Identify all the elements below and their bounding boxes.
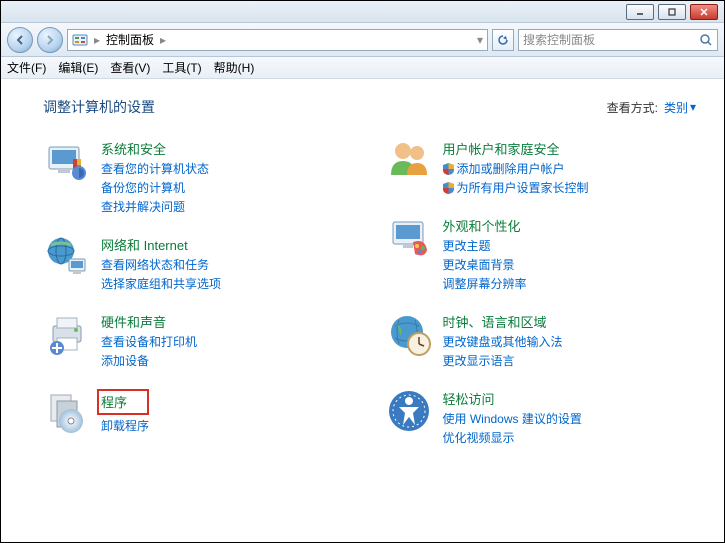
forward-button[interactable]	[37, 27, 63, 53]
category-title[interactable]: 网络和 Internet	[101, 235, 221, 254]
control-panel-window: ▸ 控制面板 ▸ ▾ 搜索控制面板 文件(F) 编辑(E) 查看(V) 工具(T…	[1, 1, 724, 542]
back-button[interactable]	[7, 27, 33, 53]
menu-file[interactable]: 文件(F)	[7, 59, 46, 76]
search-placeholder: 搜索控制面板	[523, 31, 595, 48]
menu-edit[interactable]: 编辑(E)	[58, 59, 98, 76]
view-by: 查看方式: 类别 ▾	[607, 99, 696, 116]
breadcrumb-item[interactable]: 控制面板	[106, 31, 154, 48]
category-link[interactable]: 查看设备和打印机	[101, 333, 197, 350]
category-title[interactable]: 硬件和声音	[101, 312, 197, 331]
category-link[interactable]: 查看网络状态和任务	[101, 256, 221, 273]
highlight-box: 程序	[97, 389, 149, 415]
view-by-label: 查看方式:	[607, 99, 658, 116]
category-link[interactable]: 更改桌面背景	[443, 256, 527, 273]
category-title[interactable]: 用户帐户和家庭安全	[443, 139, 589, 158]
category-ease-of-access: 轻松访问 使用 Windows 建议的设置 优化视频显示	[385, 387, 697, 446]
view-by-selector[interactable]: 类别 ▾	[664, 99, 696, 116]
category-link[interactable]: 更改显示语言	[443, 352, 563, 369]
category-link[interactable]: 优化视频显示	[443, 429, 582, 446]
printer-icon	[43, 310, 91, 358]
chevron-down-icon: ▾	[690, 100, 696, 114]
category-link[interactable]: 为所有用户设置家长控制	[443, 179, 589, 196]
uac-shield-icon	[443, 182, 454, 194]
category-link[interactable]: 更改主题	[443, 237, 527, 254]
category-link[interactable]: 卸载程序	[101, 417, 149, 434]
category-title[interactable]: 时钟、语言和区域	[443, 312, 563, 331]
uac-shield-icon	[443, 163, 454, 175]
nav-toolbar: ▸ 控制面板 ▸ ▾ 搜索控制面板	[1, 23, 724, 57]
category-title[interactable]: 轻松访问	[443, 389, 582, 408]
search-input[interactable]: 搜索控制面板	[518, 29, 718, 51]
right-column: 用户帐户和家庭安全 添加或删除用户帐户 为所有用户设置家长控制 外观和个性化 更…	[385, 137, 697, 446]
category-clock-language: 时钟、语言和区域 更改键盘或其他输入法 更改显示语言	[385, 310, 697, 369]
maximize-button[interactable]	[658, 4, 686, 20]
category-user-accounts: 用户帐户和家庭安全 添加或删除用户帐户 为所有用户设置家长控制	[385, 137, 697, 196]
category-title[interactable]: 外观和个性化	[443, 216, 527, 235]
category-link[interactable]: 调整屏幕分辨率	[443, 275, 527, 292]
clock-globe-icon	[385, 310, 433, 358]
content-header: 调整计算机的设置 查看方式: 类别 ▾	[43, 97, 696, 117]
menu-bar: 文件(F) 编辑(E) 查看(V) 工具(T) 帮助(H)	[1, 57, 724, 79]
address-bar[interactable]: ▸ 控制面板 ▸ ▾	[67, 29, 488, 51]
category-appearance: 外观和个性化 更改主题 更改桌面背景 调整屏幕分辨率	[385, 214, 697, 292]
category-hardware-sound: 硬件和声音 查看设备和打印机 添加设备	[43, 310, 355, 369]
ease-of-access-icon	[385, 387, 433, 435]
close-button[interactable]	[690, 4, 718, 20]
programs-disc-icon	[43, 387, 91, 435]
content-area: 调整计算机的设置 查看方式: 类别 ▾ 系统和安全 查看您的计算机状态 备份您的…	[1, 79, 724, 542]
category-network: 网络和 Internet 查看网络状态和任务 选择家庭组和共享选项	[43, 233, 355, 292]
menu-view[interactable]: 查看(V)	[110, 59, 150, 76]
breadcrumb-sep: ▸	[94, 33, 100, 47]
page-title: 调整计算机的设置	[43, 97, 155, 117]
category-link[interactable]: 查找并解决问题	[101, 198, 209, 215]
category-programs: 程序 卸载程序	[43, 387, 355, 435]
appearance-icon	[385, 214, 433, 262]
dropdown-arrow-icon[interactable]: ▾	[477, 33, 483, 47]
refresh-button[interactable]	[492, 29, 514, 51]
left-column: 系统和安全 查看您的计算机状态 备份您的计算机 查找并解决问题 网络和 Inte…	[43, 137, 355, 446]
category-link[interactable]: 添加或删除用户帐户	[443, 160, 589, 177]
titlebar	[1, 1, 724, 23]
category-system-security: 系统和安全 查看您的计算机状态 备份您的计算机 查找并解决问题	[43, 137, 355, 215]
category-title[interactable]: 程序	[101, 395, 127, 410]
breadcrumb-sep: ▸	[160, 33, 166, 47]
category-link[interactable]: 使用 Windows 建议的设置	[443, 410, 582, 427]
category-columns: 系统和安全 查看您的计算机状态 备份您的计算机 查找并解决问题 网络和 Inte…	[43, 137, 696, 446]
category-link[interactable]: 更改键盘或其他输入法	[443, 333, 563, 350]
menu-help[interactable]: 帮助(H)	[214, 59, 255, 76]
search-icon	[699, 33, 713, 47]
category-link[interactable]: 备份您的计算机	[101, 179, 209, 196]
globe-network-icon	[43, 233, 91, 281]
menu-tools[interactable]: 工具(T)	[162, 59, 201, 76]
minimize-button[interactable]	[626, 4, 654, 20]
category-link[interactable]: 查看您的计算机状态	[101, 160, 209, 177]
category-link[interactable]: 选择家庭组和共享选项	[101, 275, 221, 292]
control-panel-icon	[72, 32, 88, 48]
user-accounts-icon	[385, 137, 433, 185]
shield-computer-icon	[43, 137, 91, 185]
category-link[interactable]: 添加设备	[101, 352, 197, 369]
category-title[interactable]: 系统和安全	[101, 139, 209, 158]
